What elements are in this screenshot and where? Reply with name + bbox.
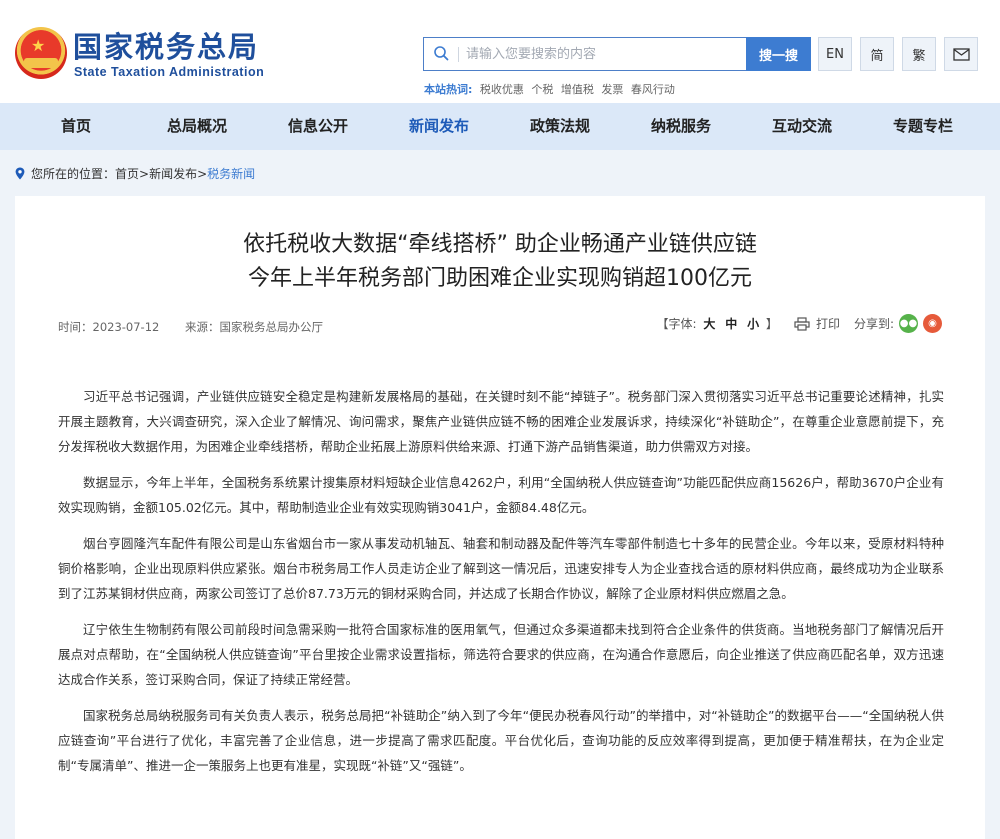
breadcrumb-prefix: 您所在的位置：	[31, 167, 116, 181]
article-body: 习近平总书记强调，产业链供应链安全稳定是构建新发展格局的基础，在关键时刻不能“掉…	[58, 384, 944, 789]
wechat-share-icon[interactable]: ●●	[899, 314, 918, 333]
print-label: 打印	[815, 317, 840, 331]
national-emblem-logo: ★	[15, 27, 67, 79]
search-input[interactable]	[466, 41, 746, 67]
site-subtitle: State Taxation Administration	[74, 65, 265, 79]
breadcrumb-current[interactable]: 税务新闻	[207, 165, 255, 182]
font-size-close: 】	[765, 317, 778, 331]
article-title-line2: 今年上半年税务部门助困难企业实现购销超100亿元	[248, 266, 752, 291]
search-icon	[434, 46, 449, 61]
article-paragraph: 辽宁依生生物制药有限公司前段时间急需采购一批符合国家标准的医用氧气，但通过众多渠…	[58, 622, 944, 687]
article-tools: 【字体: 大 中 小 】 打印 分享到: ●● ◉	[657, 314, 942, 333]
font-medium-button[interactable]: 中	[725, 317, 737, 331]
article-meta: 时间：2023-07-12 来源：国家税务总局办公厅	[58, 319, 345, 335]
font-size-label: 【字体:	[656, 317, 697, 331]
article-source: 来源：国家税务总局办公厅	[185, 320, 323, 334]
hot-word-link[interactable]: 增值税	[561, 83, 594, 96]
search-box: 搜一搜	[423, 37, 811, 71]
weibo-share-icon[interactable]: ◉	[923, 314, 942, 333]
article-card: 依托税收大数据“牵线搭桥” 助企业畅通产业链供应链 今年上半年税务部门助困难企业…	[15, 196, 985, 839]
hot-word-link[interactable]: 春风行动	[631, 83, 675, 96]
mail-icon	[952, 47, 970, 61]
lang-traditional-button[interactable]: 繁	[902, 37, 936, 71]
main-nav: 首页 总局概况 信息公开 新闻发布 政策法规 纳税服务 互动交流 专题专栏	[0, 103, 1000, 150]
font-size-control: 【字体: 大 中 小 】	[657, 315, 778, 332]
article-date: 时间：2023-07-12	[58, 320, 160, 334]
breadcrumb: 您所在的位置： 首页>新闻发布> 税务新闻	[15, 165, 255, 182]
nav-item-interaction[interactable]: 互动交流	[752, 103, 852, 150]
mail-button[interactable]	[944, 37, 978, 71]
hot-words-label: 本站热词:	[424, 83, 473, 96]
nav-item-topics[interactable]: 专题专栏	[873, 103, 973, 150]
print-button[interactable]: 打印	[794, 315, 840, 332]
article-paragraph: 数据显示，今年上半年，全国税务系统累计搜集原材料短缺企业信息4262户，利用“全…	[58, 475, 944, 515]
hot-word-link[interactable]: 税收优惠	[480, 83, 524, 96]
article-paragraph: 习近平总书记强调，产业链供应链安全稳定是构建新发展格局的基础，在关键时刻不能“掉…	[58, 389, 944, 454]
lang-simplified-button[interactable]: 简	[860, 37, 894, 71]
lang-english-button[interactable]: EN	[818, 37, 852, 71]
nav-item-home[interactable]: 首页	[26, 103, 126, 150]
site-header: ★ 国家税务总局 State Taxation Administration 搜…	[0, 0, 1000, 103]
article-paragraph: 烟台亨圆隆汽车配件有限公司是山东省烟台市一家从事发动机轴瓦、轴套和制动器及配件等…	[58, 536, 944, 601]
nav-item-disclosure[interactable]: 信息公开	[268, 103, 368, 150]
article-title-line1: 依托税收大数据“牵线搭桥” 助企业畅通产业链供应链	[243, 232, 757, 257]
nav-item-service[interactable]: 纳税服务	[631, 103, 731, 150]
location-pin-icon	[15, 167, 25, 180]
share-label: 分享到:	[853, 317, 894, 331]
breadcrumb-path[interactable]: 首页>新闻发布>	[115, 165, 207, 182]
search-button[interactable]: 搜一搜	[746, 37, 811, 71]
hot-words: 本站热词: 税收优惠 个税 增值税 发票 春风行动	[424, 81, 675, 97]
nav-item-policy[interactable]: 政策法规	[510, 103, 610, 150]
article-paragraph: 国家税务总局纳税服务司有关负责人表示，税务总局把“补链助企”纳入到了今年“便民办…	[58, 708, 944, 773]
printer-icon	[794, 316, 810, 331]
font-small-button[interactable]: 小	[747, 317, 759, 331]
nav-item-overview[interactable]: 总局概况	[147, 103, 247, 150]
font-large-button[interactable]: 大	[703, 317, 715, 331]
hot-word-link[interactable]: 发票	[601, 83, 623, 96]
site-title[interactable]: 国家税务总局	[73, 30, 259, 64]
nav-item-news[interactable]: 新闻发布	[389, 103, 489, 150]
hot-word-link[interactable]: 个税	[531, 83, 553, 96]
